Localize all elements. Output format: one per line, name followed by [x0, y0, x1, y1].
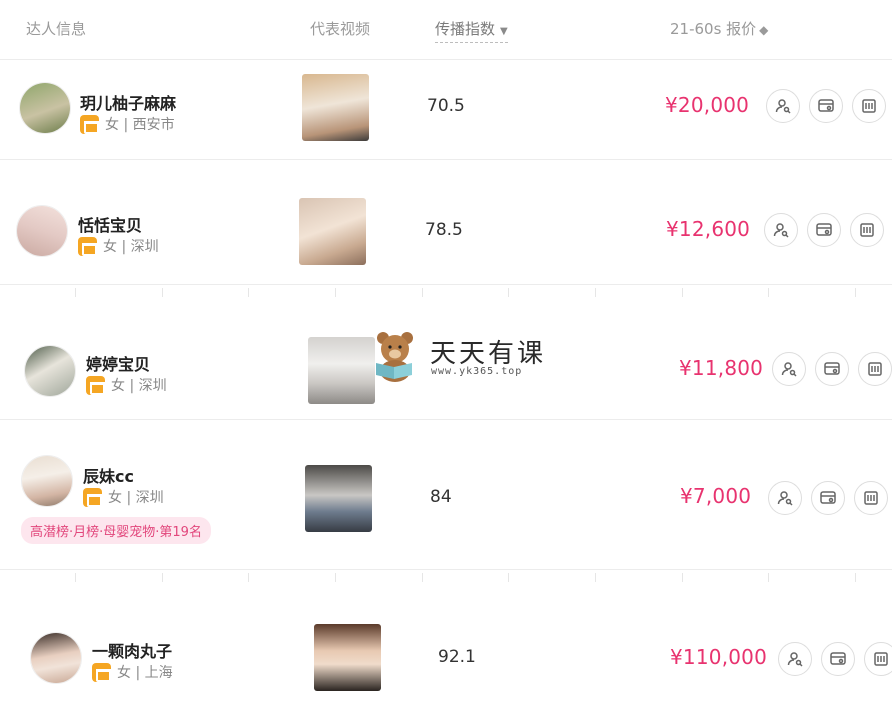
kol-meta: 女 | 上海: [92, 662, 173, 682]
col-price-label: 21-60s 报价: [670, 20, 757, 38]
user-search-button[interactable]: [778, 642, 812, 676]
price: ¥110,000: [670, 645, 768, 669]
watermark: 天天有课 www.yk365.top: [368, 327, 548, 387]
kol-name[interactable]: 辰妹cc: [83, 463, 134, 487]
row-divider: [0, 573, 892, 583]
video-thumbnail[interactable]: [305, 465, 372, 532]
bear-reading-icon: [376, 332, 413, 382]
spread-score: 84: [430, 487, 452, 507]
calendar-button[interactable]: [852, 89, 886, 123]
kol-name[interactable]: 恬恬宝贝: [78, 212, 142, 236]
gender-city: 女 | 深圳: [103, 239, 159, 255]
sort-desc-icon[interactable]: ▼: [500, 26, 508, 37]
video-thumbnail[interactable]: [302, 74, 369, 141]
avatar[interactable]: [16, 205, 68, 257]
avatar[interactable]: [24, 345, 76, 397]
video-thumbnail[interactable]: [308, 337, 375, 404]
card-view-button[interactable]: [811, 481, 845, 515]
shop-icon: [86, 375, 105, 395]
card-view-icon: [824, 362, 840, 375]
spread-score: 78.5: [425, 220, 463, 240]
kol-meta: 女 | 深圳: [83, 487, 164, 507]
table-row[interactable]: 辰妹cc 女 | 深圳 高潜榜·月榜·母婴宠物·第19名 84 ¥7,000: [0, 420, 892, 570]
col-spread-index-label: 传播指数: [435, 20, 496, 38]
watermark-brand: 天天有课: [430, 339, 547, 369]
card-view-icon: [830, 652, 846, 665]
avatar[interactable]: [21, 455, 73, 507]
price: ¥11,800: [679, 356, 764, 380]
user-search-button[interactable]: [766, 89, 800, 123]
user-search-icon: [773, 223, 789, 238]
col-kol-info: 达人信息: [26, 20, 87, 38]
card-view-icon: [816, 223, 832, 236]
user-search-icon: [781, 362, 797, 377]
card-view-button[interactable]: [821, 642, 855, 676]
shop-icon: [80, 114, 99, 134]
video-thumbnail[interactable]: [314, 624, 381, 691]
card-view-button[interactable]: [809, 89, 843, 123]
price: ¥12,600: [666, 217, 751, 241]
shop-icon: [78, 236, 97, 256]
sort-toggle-icon[interactable]: ◆: [759, 23, 768, 37]
kol-meta: 女 | 深圳: [78, 236, 159, 256]
col-video: 代表视频: [310, 20, 371, 38]
card-view-button[interactable]: [815, 352, 849, 386]
spread-score: 92.1: [438, 647, 476, 667]
table-row[interactable]: 一颗肉丸子 女 | 上海 92.1 ¥110,000: [0, 590, 892, 711]
card-view-icon: [820, 491, 836, 504]
video-thumbnail[interactable]: [299, 198, 366, 265]
shop-icon: [83, 487, 102, 507]
gender-city: 女 | 深圳: [111, 378, 167, 394]
calendar-icon: [860, 223, 874, 237]
table-row[interactable]: 恬恬宝贝 女 | 深圳 78.5 ¥12,600: [0, 170, 892, 285]
calendar-button[interactable]: [854, 481, 888, 515]
gender-city: 女 | 深圳: [108, 490, 164, 506]
calendar-button[interactable]: [858, 352, 892, 386]
watermark-url: www.yk365.top: [431, 366, 523, 377]
spread-score: 70.5: [427, 96, 465, 116]
kol-meta: 女 | 西安市: [80, 114, 175, 134]
price: ¥20,000: [665, 93, 750, 117]
kol-name[interactable]: 婷婷宝贝: [86, 351, 150, 375]
calendar-icon: [862, 99, 876, 113]
table-row[interactable]: 玥儿柚子麻麻 女 | 西安市 70.5 ¥20,000: [0, 60, 892, 160]
calendar-button[interactable]: [864, 642, 892, 676]
calendar-button[interactable]: [850, 213, 884, 247]
col-spread-index[interactable]: 传播指数 ▼: [435, 18, 508, 43]
user-search-icon: [777, 491, 793, 506]
gender-city: 女 | 西安市: [105, 117, 175, 133]
kol-name[interactable]: 一颗肉丸子: [92, 638, 172, 662]
card-view-button[interactable]: [807, 213, 841, 247]
calendar-icon: [868, 362, 882, 376]
kol-meta: 女 | 深圳: [86, 375, 167, 395]
user-search-button[interactable]: [772, 352, 806, 386]
shop-icon: [92, 662, 111, 682]
user-search-button[interactable]: [764, 213, 798, 247]
kol-name[interactable]: 玥儿柚子麻麻: [80, 90, 176, 114]
price: ¥7,000: [680, 484, 752, 508]
avatar[interactable]: [30, 632, 82, 684]
gender-city: 女 | 上海: [117, 665, 173, 681]
col-price[interactable]: 21-60s 报价 ◆: [670, 18, 768, 39]
row-divider: [0, 288, 892, 298]
user-search-icon: [787, 652, 803, 667]
user-search-icon: [775, 99, 791, 114]
calendar-icon: [874, 652, 888, 666]
avatar[interactable]: [19, 82, 71, 134]
rank-badge[interactable]: 高潜榜·月榜·母婴宠物·第19名: [21, 517, 211, 544]
card-view-icon: [818, 99, 834, 112]
user-search-button[interactable]: [768, 481, 802, 515]
calendar-icon: [864, 491, 878, 505]
table-header: 达人信息 代表视频 传播指数 ▼ 21-60s 报价 ◆: [0, 0, 892, 60]
